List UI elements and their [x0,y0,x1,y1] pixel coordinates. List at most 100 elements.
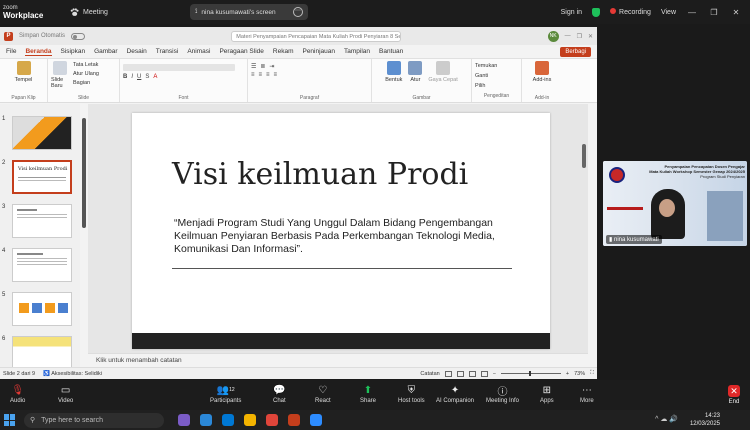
zoom-out-icon[interactable]: − [493,371,496,377]
tab-transisi[interactable]: Transisi [156,48,179,55]
document-title[interactable]: Materi Penyampaian Pencapaian Mata Kulia… [231,30,402,42]
find-button[interactable]: Temukan [475,61,518,71]
windows-start-icon[interactable] [4,414,16,426]
italic-icon[interactable]: I [131,74,133,80]
host-tools-button[interactable]: ⛨ Host tools [398,384,425,405]
bullets-icon[interactable]: ☰ [251,63,256,70]
tab-desain[interactable]: Desain [127,48,147,55]
tab-peragaan-slide[interactable]: Peragaan Slide [219,48,263,55]
slide-thumbnail[interactable] [12,116,72,150]
quick-styles-button[interactable]: Gaya Cepat [428,77,457,83]
select-button[interactable]: Pilih [475,81,518,91]
tab-tampilan[interactable]: Tampilan [344,48,370,55]
powerpoint-app-icon[interactable] [288,414,300,426]
tab-animasi[interactable]: Animasi [187,48,210,55]
taskbar-search[interactable]: ⚲ Type here to search [24,412,164,428]
align-right-icon[interactable]: ≡ [266,72,270,78]
bold-icon[interactable]: B [123,74,127,80]
copilot-app-icon[interactable] [178,414,190,426]
slide-scrollbar[interactable] [582,124,588,234]
recording-indicator[interactable]: Recording [610,8,651,16]
tab-beranda[interactable]: Beranda [25,48,52,56]
shape-icon[interactable] [386,61,401,75]
justify-icon[interactable]: ≡ [274,72,278,78]
new-slide-icon[interactable] [53,61,67,75]
arrange-icon[interactable] [408,61,423,75]
notes-pane[interactable]: Klik untuk menambah catatan [88,353,588,366]
avatar[interactable]: NK [547,30,559,42]
tab-sisipkan[interactable]: Sisipkan [61,48,86,55]
current-slide[interactable]: Visi keilmuan Prodi “Menjadi Program Stu… [132,113,550,349]
section-button[interactable]: Bagian [73,79,99,88]
chat-button[interactable]: 💬 Chat [273,384,286,405]
shape-button[interactable]: Bentuk [385,77,402,83]
slide-title[interactable]: Visi keilmuan Prodi [172,157,468,192]
zoom-slider[interactable] [500,371,561,376]
layout-button[interactable]: Tata Letak [73,61,99,70]
end-button[interactable]: ✕ End [728,385,740,405]
tab-file[interactable]: File [6,48,16,55]
align-center-icon[interactable]: ≡ [259,72,263,78]
sign-in-button[interactable]: Sign in [561,9,582,16]
zoom-in-icon[interactable]: + [566,371,569,377]
ppt-close-icon[interactable]: ✕ [588,33,593,40]
zoom-level[interactable]: 73% [574,371,585,377]
screen-share-indicator[interactable]: ⟟ nina kusumawati's screen ⋯ [190,4,308,20]
meeting-info-button[interactable]: ⓘ Meeting Info [486,384,519,405]
numbering-icon[interactable]: ≣ [260,63,265,70]
more-options-icon[interactable]: ⋯ [293,7,303,17]
thumbnail-scrollbar[interactable] [82,112,87,312]
quick-styles-icon[interactable] [436,61,451,75]
system-tray-icons[interactable]: ^ ☁ 🔊 [655,415,678,423]
align-left-icon[interactable]: ≡ [251,72,255,78]
reading-view-icon[interactable] [468,370,476,377]
normal-view-icon[interactable] [444,370,452,377]
slide-body[interactable]: “Menjadi Program Studi Yang Unggul Dalam… [174,217,524,256]
paste-icon[interactable] [16,61,31,75]
slide-thumbnail[interactable] [12,204,72,238]
fit-to-window-icon[interactable]: ⛶ [590,370,594,377]
meeting-menu[interactable]: Meeting [70,7,108,17]
tab-rekam[interactable]: Rekam [273,48,294,55]
audio-button[interactable]: 🎙 Audio [10,384,25,405]
share-screen-button[interactable]: ⬆ Share [360,384,376,405]
new-slide-button[interactable]: Slide Baru [51,77,69,89]
tab-gambar[interactable]: Gambar [94,48,117,55]
underline-icon[interactable]: U [137,74,141,80]
file-explorer-icon[interactable] [244,414,256,426]
minimize-icon[interactable]: — [686,8,698,17]
close-icon[interactable]: ✕ [730,8,742,17]
tab-bantuan[interactable]: Bantuan [379,48,403,55]
paste-button[interactable]: Tempel [3,77,44,83]
autosave-toggle[interactable] [71,32,86,40]
more-button[interactable]: ⋯ More [580,384,594,405]
replace-button[interactable]: Ganti [475,71,518,81]
taskbar-clock[interactable]: 14:23 12/03/2025 [690,412,720,428]
store-app-icon[interactable] [222,414,234,426]
tab-peninjauan[interactable]: Peninjauan [302,48,335,55]
strikethrough-icon[interactable]: S [145,74,149,80]
ppt-maximize-icon[interactable]: ❐ [577,33,582,40]
slideshow-view-icon[interactable] [480,370,488,377]
chrome-app-icon[interactable] [266,414,278,426]
participant-video[interactable]: Penyampaian Pencapaian Dosen Pengajar Ma… [603,161,747,246]
ai-companion-button[interactable]: ✦ AI Companion [436,384,474,405]
arrange-button[interactable]: Atur [408,77,422,83]
notes-toggle[interactable]: Catatan [420,371,439,377]
slide-thumbnail[interactable] [12,248,72,282]
zoom-app-icon[interactable] [310,414,322,426]
slide-thumbnail[interactable]: Visi keilmuan Prodi [12,160,72,194]
slide-thumbnail[interactable] [12,336,72,370]
font-color-icon[interactable]: A [153,74,157,80]
slide-thumbnail[interactable] [12,292,72,326]
video-button[interactable]: ▭ Video [58,384,73,405]
sorter-view-icon[interactable] [456,370,464,377]
addins-icon[interactable] [535,61,549,75]
reset-button[interactable]: Atur Ulang [73,70,99,79]
apps-button[interactable]: ⊞ Apps [540,384,554,405]
accessibility-status[interactable]: ♿ Aksesibilitas: Selidiki [43,371,102,377]
react-button[interactable]: ♡ React [315,384,331,405]
edge-app-icon[interactable] [200,414,212,426]
font-name-input[interactable] [123,64,235,71]
view-button[interactable]: View [661,9,676,16]
